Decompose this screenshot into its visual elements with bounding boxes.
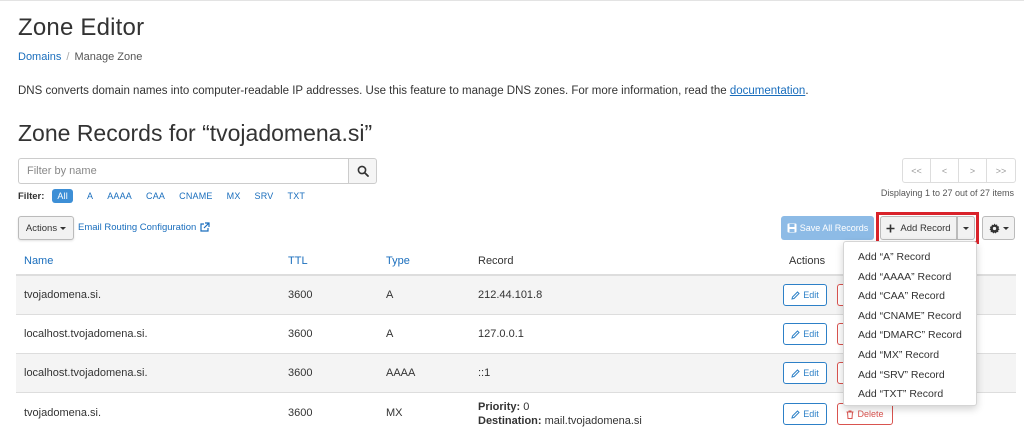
record-ttl: 3600 <box>288 328 313 340</box>
edit-label: Edit <box>803 329 819 339</box>
edit-button[interactable]: Edit <box>783 323 827 345</box>
trash-icon <box>846 410 854 419</box>
pager-last-button[interactable]: >> <box>987 159 1015 182</box>
external-link-icon <box>200 222 210 232</box>
email-routing-label: Email Routing Configuration <box>78 222 197 233</box>
breadcrumb: Domains / Manage Zone <box>18 51 142 63</box>
pager-info: Displaying 1 to 27 out of 27 items <box>880 188 1014 198</box>
record-value: ::1 <box>478 367 491 379</box>
filter-label: Filter: <box>18 190 45 202</box>
filter-option-caa[interactable]: CAA <box>146 191 165 201</box>
documentation-link[interactable]: documentation <box>730 85 805 97</box>
actions-label: Actions <box>25 222 58 234</box>
menu-item-add-aaaa[interactable]: Add “AAAA” Record <box>844 268 976 288</box>
pagination: << < > >> <box>902 158 1016 183</box>
menu-item-add-a[interactable]: Add “A” Record <box>844 248 976 268</box>
filter-bar: Filter: All A AAAA CAA CNAME MX SRV TXT <box>18 189 319 203</box>
record-ttl: 3600 <box>288 289 313 301</box>
menu-item-add-dmarc[interactable]: Add “DMARC” Record <box>844 326 976 346</box>
record-value: Priority: 0 Destination: mail.tvojadomen… <box>478 400 642 428</box>
record-ttl: 3600 <box>288 367 313 379</box>
settings-dropdown-button[interactable] <box>982 216 1015 240</box>
chevron-down-icon <box>60 226 67 230</box>
record-name: tvojadomena.si. <box>24 289 102 301</box>
edit-label: Edit <box>803 368 819 378</box>
floppy-disk-icon <box>787 223 797 233</box>
pager-next-button[interactable]: > <box>959 159 987 182</box>
breadcrumb-domains-link[interactable]: Domains <box>18 51 61 63</box>
filter-option-srv[interactable]: SRV <box>255 191 274 201</box>
search-button[interactable] <box>348 158 377 184</box>
breadcrumb-current: Manage Zone <box>74 51 143 63</box>
pencil-icon <box>791 368 800 378</box>
delete-label: Delete <box>857 409 884 419</box>
record-name: tvojadomena.si. <box>24 407 102 419</box>
record-type: A <box>386 289 394 301</box>
record-ttl: 3600 <box>288 407 313 419</box>
column-header-name[interactable]: Name <box>24 255 53 267</box>
actions-dropdown-button[interactable]: Actions <box>18 216 74 240</box>
breadcrumb-separator: / <box>66 51 70 63</box>
add-record-menu: Add “A” Record Add “AAAA” Record Add “CA… <box>843 241 977 406</box>
edit-button[interactable]: Edit <box>783 403 827 425</box>
description-text: DNS converts domain names into computer-… <box>18 85 730 97</box>
record-name: localhost.tvojadomena.si. <box>24 367 148 379</box>
destination-value: mail.tvojadomena.si <box>544 415 642 427</box>
page-title: Zone Editor <box>18 14 145 41</box>
priority-label: Priority: <box>478 401 521 413</box>
menu-item-add-caa[interactable]: Add “CAA” Record <box>844 287 976 307</box>
record-type: MX <box>386 407 403 419</box>
chevron-down-icon <box>1002 226 1009 230</box>
record-name: localhost.tvojadomena.si. <box>24 328 148 340</box>
search-icon <box>357 165 369 177</box>
add-record-highlight <box>876 212 979 244</box>
gear-icon <box>988 222 1000 234</box>
column-header-type[interactable]: Type <box>386 255 410 267</box>
edit-label: Edit <box>803 409 819 419</box>
record-type: A <box>386 328 394 340</box>
filter-option-txt[interactable]: TXT <box>288 191 306 201</box>
menu-item-add-cname[interactable]: Add “CNAME” Record <box>844 307 976 327</box>
priority-value: 0 <box>523 401 530 413</box>
column-header-record: Record <box>478 255 514 267</box>
filter-option-a[interactable]: A <box>87 191 93 201</box>
page-description: DNS converts domain names into computer-… <box>18 85 809 97</box>
pager-first-button[interactable]: << <box>903 159 931 182</box>
pencil-icon <box>791 329 800 339</box>
pager-prev-button[interactable]: < <box>931 159 959 182</box>
pencil-icon <box>791 290 800 300</box>
delete-button[interactable]: Delete <box>837 403 893 425</box>
filter-option-aaaa[interactable]: AAAA <box>107 191 132 201</box>
menu-item-add-txt[interactable]: Add “TXT” Record <box>844 385 976 405</box>
column-header-actions: Actions <box>789 255 826 267</box>
record-value: 127.0.0.1 <box>478 328 524 340</box>
menu-item-add-srv[interactable]: Add “SRV” Record <box>844 366 976 386</box>
email-routing-link[interactable]: Email Routing Configuration <box>78 222 210 233</box>
top-divider <box>0 0 1024 1</box>
edit-label: Edit <box>803 290 819 300</box>
destination-label: Destination: <box>478 415 542 427</box>
edit-button[interactable]: Edit <box>783 284 827 306</box>
pencil-icon <box>791 409 800 419</box>
edit-button[interactable]: Edit <box>783 362 827 384</box>
record-value: 212.44.101.8 <box>478 289 543 301</box>
filter-option-cname[interactable]: CNAME <box>179 191 213 201</box>
zone-heading: Zone Records for “tvojadomena.si” <box>18 120 373 146</box>
save-all-label: Save All Records <box>799 223 869 233</box>
menu-item-add-mx[interactable]: Add “MX” Record <box>844 346 976 366</box>
record-type: AAAA <box>386 367 416 379</box>
filter-by-name-input[interactable] <box>18 158 349 184</box>
column-header-ttl[interactable]: TTL <box>288 255 308 267</box>
save-all-records-button[interactable]: Save All Records <box>781 216 874 240</box>
filter-option-mx[interactable]: MX <box>227 191 241 201</box>
description-end: . <box>805 85 809 97</box>
filter-option-all[interactable]: All <box>52 189 73 203</box>
